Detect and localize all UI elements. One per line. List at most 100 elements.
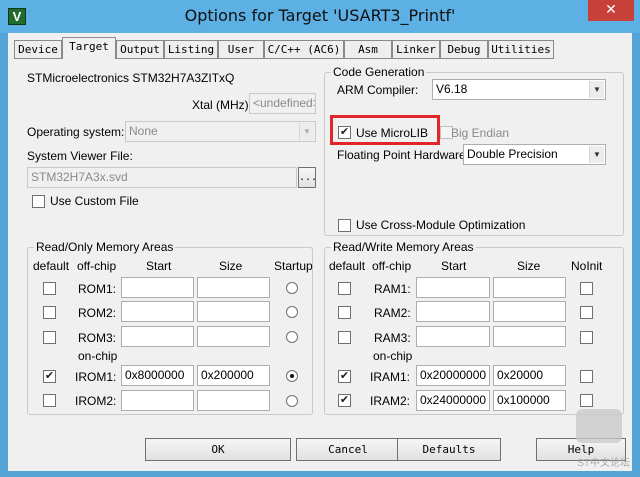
tab-target[interactable]: Target [62, 37, 116, 59]
iram1-start-input[interactable]: 0x20000000 [416, 365, 490, 386]
rom2-startup-radio[interactable] [286, 306, 298, 318]
browse-svd-button[interactable]: ... [298, 167, 317, 188]
options-dialog: Device Target Output Listing User C/C++ … [8, 33, 632, 471]
iram2-label: IRAM2: [370, 394, 411, 408]
close-button[interactable]: ✕ [588, 0, 634, 21]
rom3-startup-radio[interactable] [286, 331, 298, 343]
xtal-label: Xtal (MHz): [192, 98, 252, 112]
custom-file-checkbox[interactable] [32, 195, 45, 208]
irom1-label: IROM1: [75, 370, 117, 384]
iram1-label: IRAM1: [370, 370, 411, 384]
cross-module-checkbox[interactable] [338, 219, 351, 232]
chevron-down-icon[interactable]: ▼ [589, 81, 604, 98]
tab-asm[interactable]: Asm [344, 40, 392, 58]
window-title: Options for Target 'USART3_Printf' [184, 6, 456, 25]
rom1-startup-radio[interactable] [286, 282, 298, 294]
chevron-down-icon[interactable]: ▼ [589, 146, 604, 163]
rw-header-start: Start [441, 259, 467, 273]
tab-device[interactable]: Device [14, 40, 62, 58]
ram2-noinit-checkbox[interactable] [580, 306, 593, 319]
ram3-noinit-checkbox[interactable] [580, 331, 593, 344]
rw-memory-title: Read/Write Memory Areas [331, 240, 476, 254]
ro-header-start: Start [146, 259, 172, 273]
microlib-highlight [330, 115, 440, 145]
tab-utilities[interactable]: Utilities [488, 40, 554, 58]
rw-onchip-label: on-chip [373, 349, 413, 363]
irom2-size-input[interactable] [197, 390, 270, 411]
tab-linker[interactable]: Linker [392, 40, 440, 58]
ro-header-size: Size [219, 259, 243, 273]
os-select[interactable]: None ▼ [125, 121, 316, 142]
rw-header-offchip: off-chip [372, 259, 412, 273]
ram1-start-input[interactable] [416, 277, 490, 298]
irom1-startup-radio[interactable] [286, 370, 298, 382]
rom2-start-input[interactable] [121, 301, 194, 322]
ram1-size-input[interactable] [493, 277, 566, 298]
cancel-button[interactable]: Cancel [296, 438, 400, 461]
code-generation-title: Code Generation [331, 65, 427, 79]
irom2-startup-radio[interactable] [286, 395, 298, 407]
ro-header-default: default [33, 259, 70, 273]
irom1-size-input[interactable]: 0x200000 [197, 365, 270, 386]
ram3-default-checkbox[interactable] [338, 331, 351, 344]
rom3-size-input[interactable] [197, 326, 270, 347]
ram3-start-input[interactable] [416, 326, 490, 347]
ram1-noinit-checkbox[interactable] [580, 282, 593, 295]
rom3-start-input[interactable] [121, 326, 194, 347]
ram2-start-input[interactable] [416, 301, 490, 322]
iram1-size-input[interactable]: 0x20000 [493, 365, 566, 386]
tab-debug[interactable]: Debug [440, 40, 488, 58]
rom2-label: ROM2: [78, 306, 117, 320]
irom1-start-input[interactable]: 0x8000000 [121, 365, 194, 386]
watermark-text: ST中文论坛 [577, 458, 630, 469]
ram2-size-input[interactable] [493, 301, 566, 322]
iram2-default-checkbox[interactable]: ✔ [338, 394, 351, 407]
title-bar[interactable]: V Options for Target 'USART3_Printf' ✕ [0, 0, 640, 33]
rw-header-noinit: NoInit [571, 259, 603, 273]
rom2-size-input[interactable] [197, 301, 270, 322]
custom-file-label: Use Custom File [50, 194, 139, 208]
fpu-value: Double Precision [467, 147, 558, 161]
rw-header-size: Size [517, 259, 541, 273]
irom1-default-checkbox[interactable]: ✔ [43, 370, 56, 383]
ro-onchip-label: on-chip [78, 349, 118, 363]
ok-button[interactable]: OK [145, 438, 291, 461]
arm-compiler-label: ARM Compiler: [337, 83, 419, 97]
ram1-label: RAM1: [374, 282, 411, 296]
tab-user[interactable]: User [218, 40, 264, 58]
rom3-default-checkbox[interactable] [43, 331, 56, 344]
defaults-button[interactable]: Defaults [397, 438, 501, 461]
tab-listing[interactable]: Listing [164, 40, 218, 58]
chat-bubble-icon [576, 409, 622, 443]
xtal-input[interactable]: <undefined> [249, 93, 316, 114]
iram1-default-checkbox[interactable]: ✔ [338, 370, 351, 383]
ram3-label: RAM3: [374, 331, 411, 345]
ram2-default-checkbox[interactable] [338, 306, 351, 319]
ro-memory-title: Read/Only Memory Areas [34, 240, 176, 254]
arm-compiler-select[interactable]: V6.18 ▼ [432, 79, 606, 100]
ro-header-offchip: off-chip [77, 259, 117, 273]
cross-module-label: Use Cross-Module Optimization [356, 218, 526, 232]
ram1-default-checkbox[interactable] [338, 282, 351, 295]
rom1-label: ROM1: [78, 282, 117, 296]
irom2-label: IROM2: [75, 394, 117, 408]
fpu-select[interactable]: Double Precision ▼ [463, 144, 606, 165]
rom1-default-checkbox[interactable] [43, 282, 56, 295]
forum-watermark: ST中文论坛 [568, 405, 630, 469]
iram1-noinit-checkbox[interactable] [580, 370, 593, 383]
svd-label: System Viewer File: [27, 149, 133, 163]
chevron-down-icon[interactable]: ▼ [299, 123, 314, 140]
rom3-label: ROM3: [78, 331, 117, 345]
iram2-start-input[interactable]: 0x24000000 [416, 390, 490, 411]
tab-cpp[interactable]: C/C++ (AC6) [264, 40, 344, 58]
rom1-size-input[interactable] [197, 277, 270, 298]
fpu-label: Floating Point Hardware: [337, 148, 470, 162]
tab-output[interactable]: Output [116, 40, 164, 58]
irom2-default-checkbox[interactable] [43, 394, 56, 407]
rom2-default-checkbox[interactable] [43, 306, 56, 319]
iram2-size-input[interactable]: 0x100000 [493, 390, 566, 411]
irom2-start-input[interactable] [121, 390, 194, 411]
ram3-size-input[interactable] [493, 326, 566, 347]
svd-input[interactable]: STM32H7A3x.svd [27, 167, 297, 188]
rom1-start-input[interactable] [121, 277, 194, 298]
